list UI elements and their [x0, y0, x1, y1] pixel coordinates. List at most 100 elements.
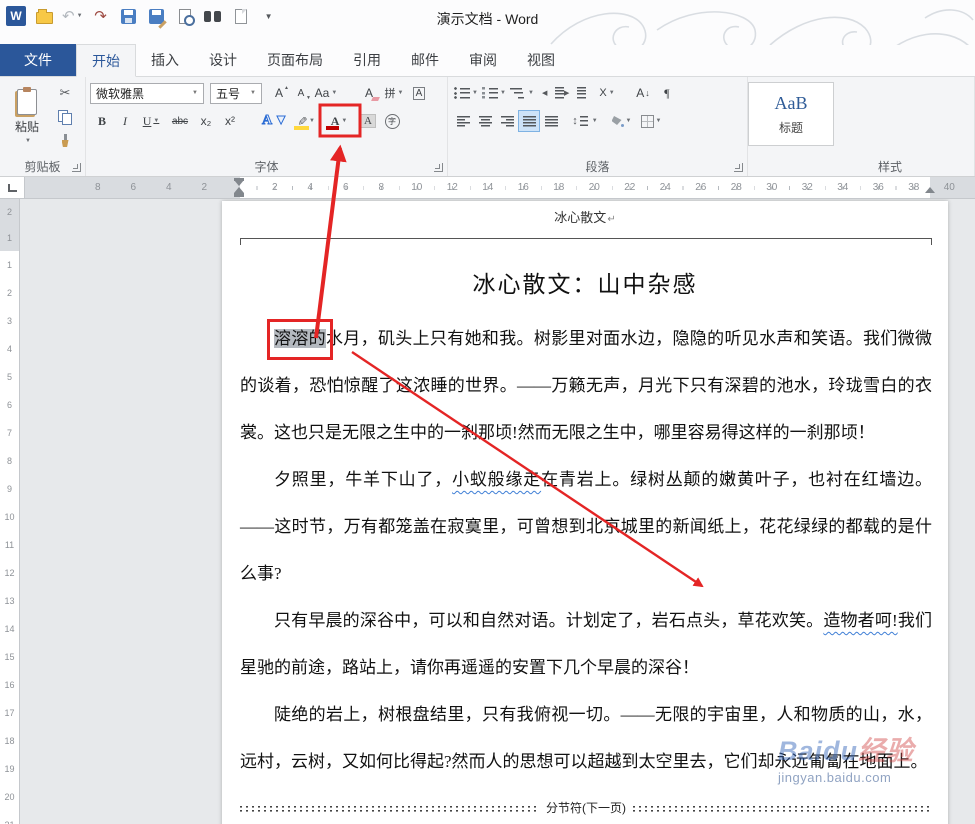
document-title[interactable]: 冰心散文：山中杂感	[222, 265, 948, 299]
find-icon[interactable]	[203, 5, 223, 27]
line-spacing-button[interactable]: ↕ ▼	[570, 110, 600, 132]
font-color-button[interactable]: A ▼	[322, 110, 356, 132]
dialog-launcher-icon[interactable]	[72, 163, 81, 172]
chevron-down-icon: ▼	[25, 137, 31, 144]
ribbon-tab[interactable]: 设计	[194, 44, 252, 76]
strikethrough-button[interactable]: abc	[166, 110, 194, 132]
shrink-font-button[interactable]: A	[290, 82, 312, 104]
document-canvas: 冰心散文↵ 冰心散文：山中杂感 溶溶的水月，矶头上只有她和我。树影里对面水边，隐…	[20, 199, 975, 824]
quick-access-toolbar: W ▼ ▼	[6, 3, 279, 29]
sort-button[interactable]: A	[630, 82, 656, 104]
ruler-number: 20	[588, 182, 600, 193]
ruler-number: 6	[342, 182, 349, 193]
paragraph-2[interactable]: 夕照里，牛羊下山了，小蚁般缘走在青岩上。绿树丛颠的嫩黄叶子，也衬在红墙边。——这…	[240, 456, 932, 597]
decrease-indent-button[interactable]: ◀	[542, 87, 564, 99]
align-left-button[interactable]	[452, 110, 474, 132]
dialog-launcher-icon[interactable]	[434, 163, 443, 172]
align-right-button[interactable]	[496, 110, 518, 132]
ruler-number: 2	[271, 182, 278, 193]
ribbon-tab[interactable]: 审阅	[454, 44, 512, 76]
clipboard-group: 粘贴 ▼ ✂ 剪贴板	[0, 77, 86, 176]
header-boundary-line	[240, 238, 932, 245]
character-shading-button[interactable]: A	[356, 110, 380, 132]
superscript-button[interactable]: x²	[218, 110, 242, 132]
ribbon-tab[interactable]: 开始	[76, 44, 136, 77]
section-break: 分节符(下一页)	[240, 785, 932, 824]
ruler-number: 18	[4, 736, 15, 746]
cut-button[interactable]: ✂	[54, 82, 76, 104]
page-header[interactable]: 冰心散文↵	[222, 207, 948, 226]
first-line-indent-marker[interactable]	[234, 180, 244, 186]
justify-button[interactable]	[518, 110, 540, 132]
ribbon-tab[interactable]: 引用	[338, 44, 396, 76]
paragraph-4[interactable]: 陡绝的岩上，树根盘结里，只有我俯视一切。——无限的宇宙里，人和物质的山，水，远村…	[240, 691, 932, 785]
ribbon-tab[interactable]: 页面布局	[252, 44, 338, 76]
vertical-ruler[interactable]: 21 123456789101112131415161718192021	[0, 199, 20, 824]
italic-button[interactable]: I	[114, 110, 136, 132]
asian-layout-button[interactable]: X ▼	[592, 82, 622, 104]
ruler-number: 24	[659, 182, 671, 193]
new-document-icon[interactable]	[231, 5, 251, 27]
ribbon-tab[interactable]: 文件	[0, 44, 76, 76]
bullets-button[interactable]: ▼	[452, 82, 480, 104]
tab-stop-icon	[7, 183, 17, 192]
copy-button[interactable]	[54, 106, 76, 128]
spellcheck-flagged-text[interactable]: 造物者呵!	[823, 611, 897, 630]
change-case-button[interactable]: Aa ▼	[312, 82, 340, 104]
paste-button[interactable]: 粘贴 ▼	[4, 82, 50, 150]
align-right-icon	[500, 115, 514, 127]
styles-group-label: 样式	[878, 160, 903, 174]
spellcheck-flagged-text[interactable]: 小蚁般缘走	[452, 470, 541, 489]
style-card[interactable]: AaB 标题	[748, 82, 834, 146]
ribbon-tab[interactable]: 插入	[136, 44, 194, 76]
paragraph-group: ▼ ▼ ▼ ◀ ▶ X▼ A ¶ ↕▼ ▼ ▼ 段落	[448, 77, 748, 176]
ribbon-tab[interactable]: 视图	[512, 44, 570, 76]
tab-selector[interactable]	[0, 177, 25, 199]
character-border-button[interactable]: A	[408, 82, 430, 104]
document-page[interactable]: 冰心散文↵ 冰心散文：山中杂感 溶溶的水月，矶头上只有她和我。树影里对面水边，隐…	[222, 201, 948, 824]
word-logo-icon[interactable]: W	[6, 5, 26, 27]
text-effects-button[interactable]: A ▼	[260, 110, 290, 132]
print-preview-icon[interactable]	[175, 5, 195, 27]
align-center-button[interactable]	[474, 110, 496, 132]
customize-qat-icon[interactable]: ▼	[259, 5, 279, 27]
clear-formatting-button[interactable]: A	[358, 82, 380, 104]
grow-font-button[interactable]: A	[268, 82, 290, 104]
paste-icon	[17, 86, 37, 115]
shading-button[interactable]: ▼	[606, 110, 636, 132]
increase-indent-button[interactable]: ▶	[564, 87, 586, 99]
paragraph-1[interactable]: 溶溶的水月，矶头上只有她和我。树影里对面水边，隐隐的听见水声和笑语。我们微微的谈…	[240, 315, 932, 456]
numbering-button[interactable]: ▼	[480, 82, 508, 104]
ruler-number: 20	[4, 792, 15, 802]
bullets-icon	[454, 87, 471, 99]
save-icon[interactable]	[119, 5, 139, 27]
dialog-launcher-icon[interactable]	[734, 163, 743, 172]
highlighter-pen-icon: ✎	[295, 115, 310, 127]
bold-button[interactable]: B	[90, 110, 114, 132]
font-size-combo[interactable]: 五号	[210, 82, 262, 104]
multilevel-list-button[interactable]: ▼	[508, 82, 536, 104]
paragraph-group-label: 段落	[585, 160, 610, 174]
undo-icon[interactable]: ▼	[62, 5, 83, 27]
redo-icon[interactable]	[91, 5, 111, 27]
borders-button[interactable]: ▼	[636, 110, 666, 132]
underline-button[interactable]: U ▼	[136, 110, 166, 132]
ribbon-tab[interactable]: 邮件	[396, 44, 454, 76]
left-indent-marker[interactable]	[234, 193, 244, 197]
ruler-number: 16	[4, 680, 15, 690]
subscript-button[interactable]: x₂	[194, 110, 218, 132]
save-as-icon[interactable]	[147, 5, 167, 27]
text-highlight-button[interactable]: ✎ ▼	[290, 110, 322, 132]
horizontal-ruler[interactable]: 8642 2 4 6 8 10 12 14 16 18 20 22 24 26 28 30 32 34 36 38 4…	[25, 177, 975, 199]
document-body[interactable]: 溶溶的水月，矶头上只有她和我。树影里对面水边，隐隐的听见水声和笑语。我们微微的谈…	[240, 315, 932, 824]
phonetic-guide-button[interactable]: 拼 ▼	[380, 82, 408, 104]
format-painter-button[interactable]	[54, 130, 76, 152]
enclose-characters-button[interactable]: 字	[380, 110, 404, 132]
show-marks-button[interactable]: ¶	[656, 82, 678, 104]
open-icon[interactable]	[34, 5, 54, 27]
paragraph-3[interactable]: 只有早晨的深谷中，可以和自然对语。计划定了，岩石点头，草花欢笑。造物者呵!我们星…	[240, 597, 932, 691]
distribute-button[interactable]	[540, 110, 562, 132]
right-indent-marker[interactable]	[925, 187, 935, 193]
font-name-combo[interactable]: 微软雅黑	[90, 82, 204, 104]
selected-text[interactable]: 溶溶的	[267, 319, 333, 360]
